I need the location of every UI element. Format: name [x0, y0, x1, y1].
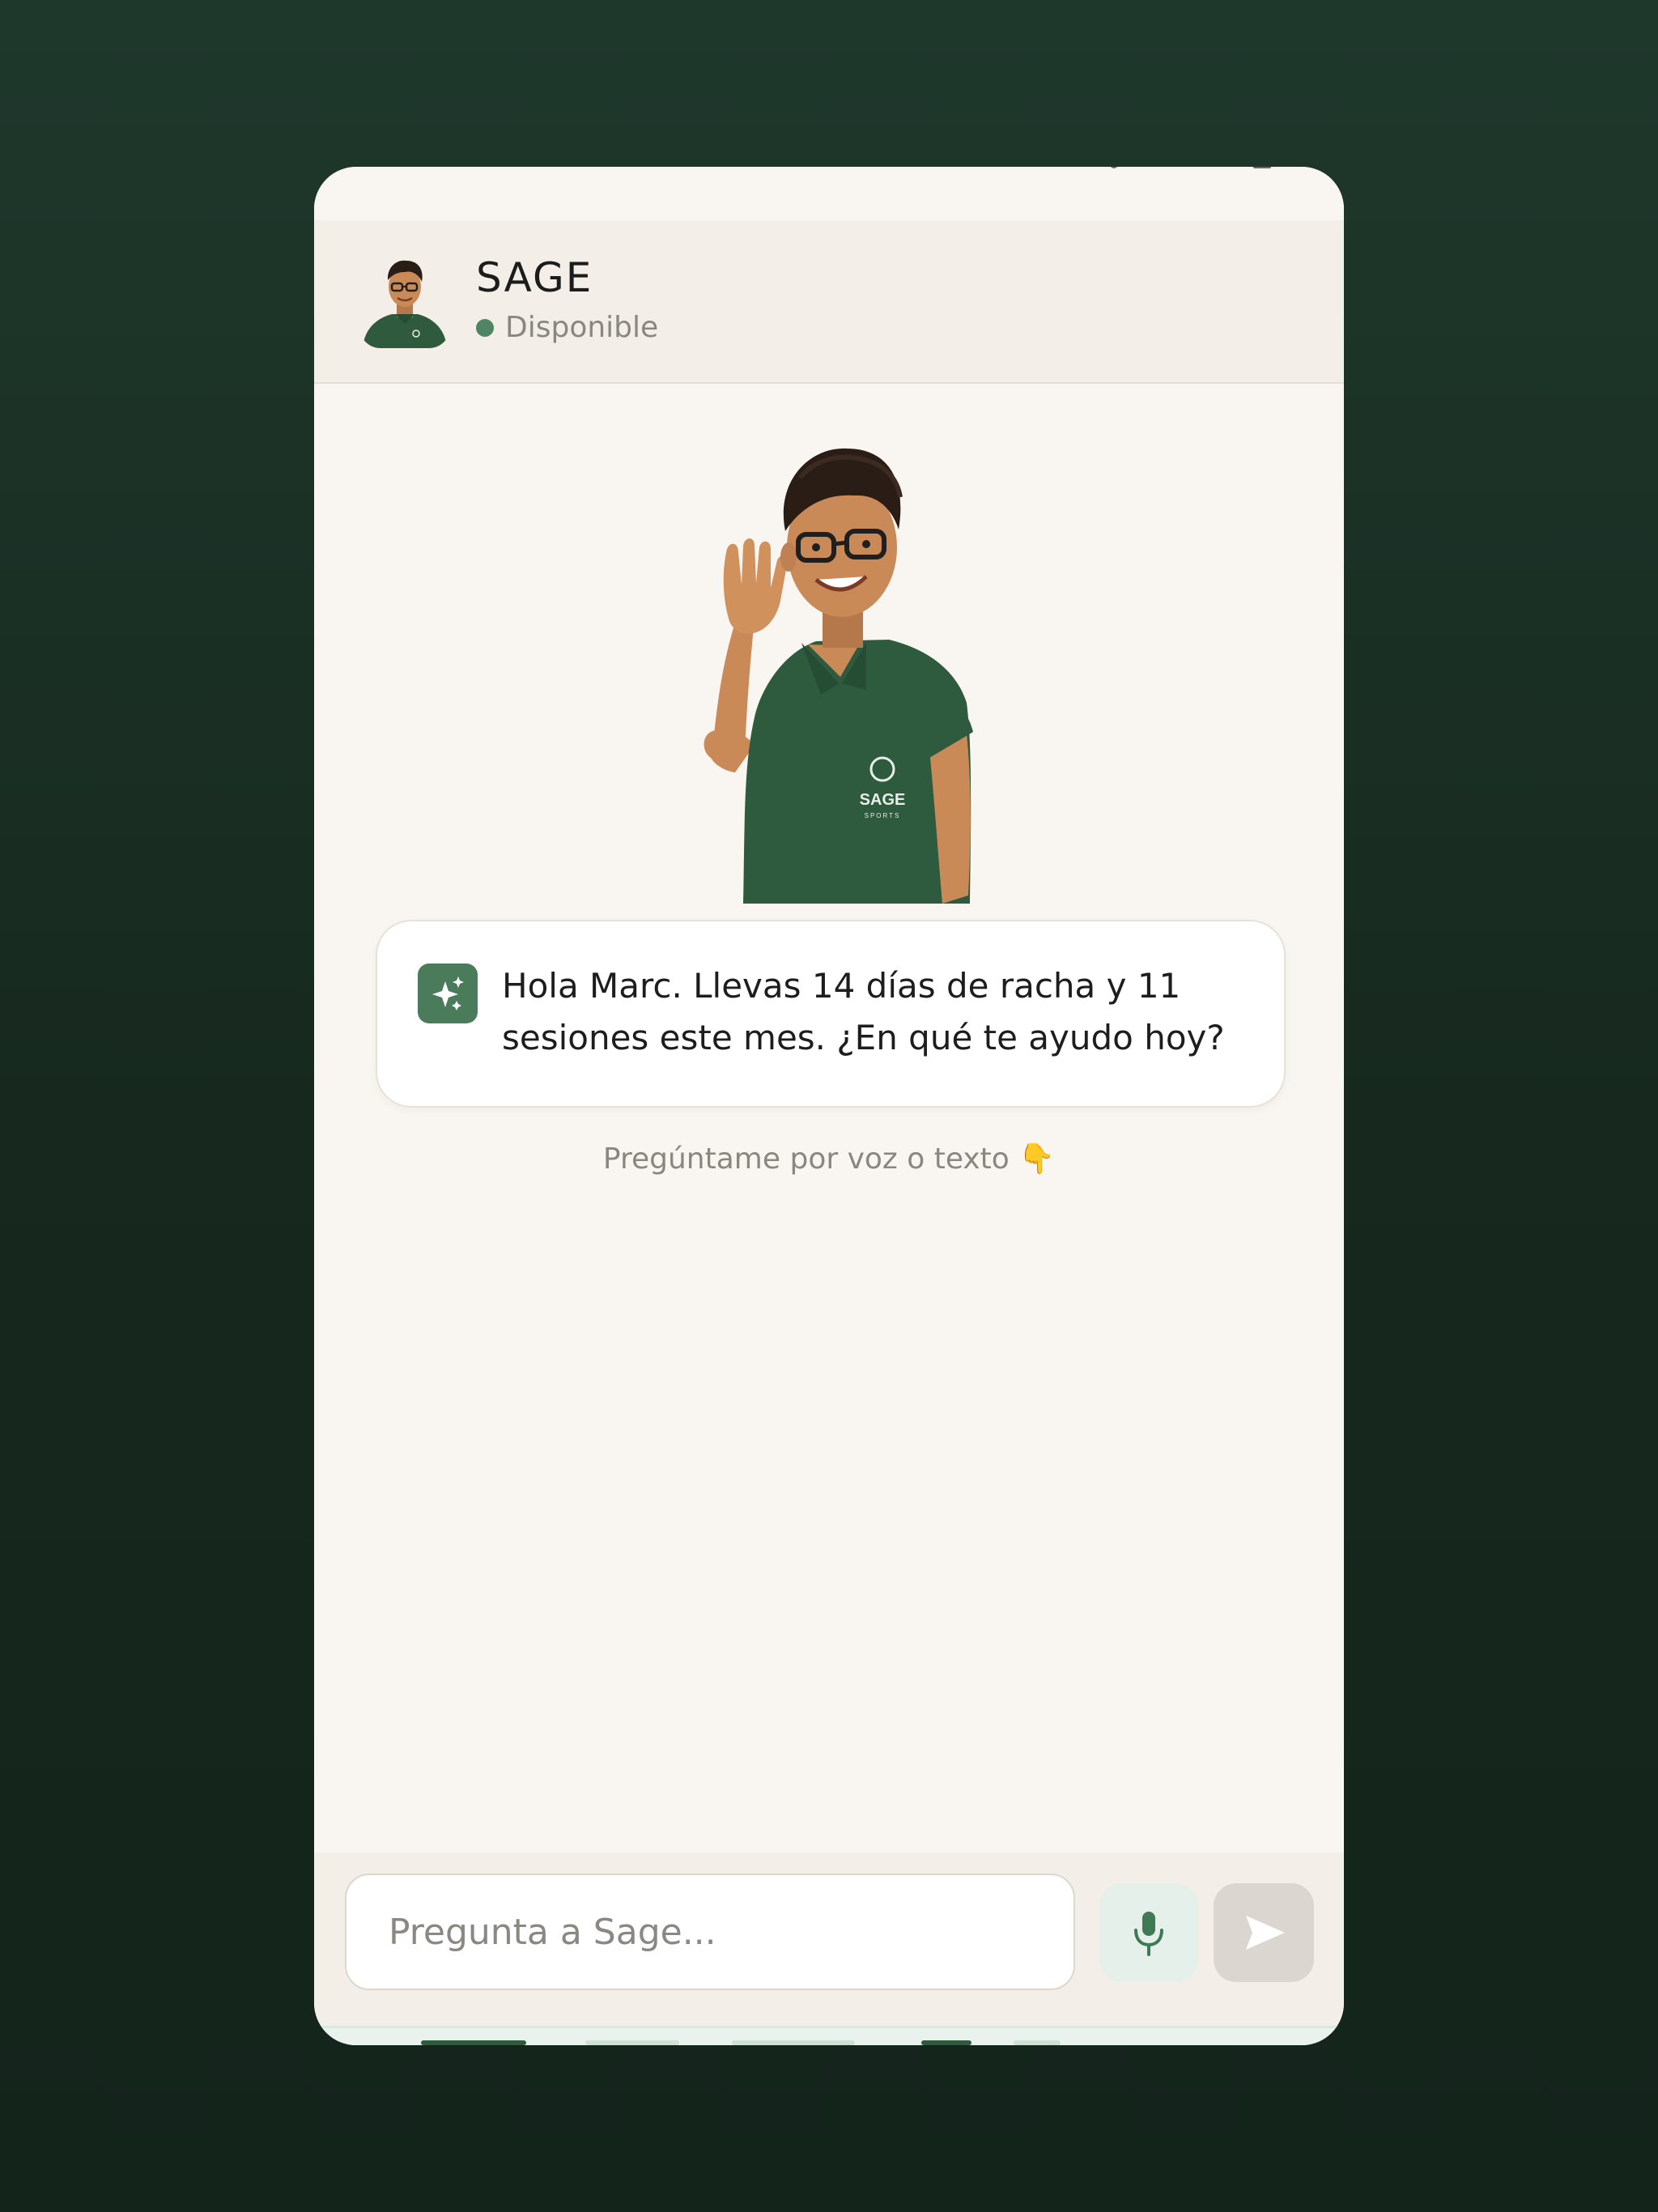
mic-button[interactable] [1099, 1883, 1198, 1982]
nav-tab-peek [732, 2040, 855, 2045]
online-status-dot [476, 318, 494, 337]
nav-tab-peek [921, 2040, 971, 2045]
assistant-message-text: Hola Marc. Llevas 14 días de racha y 11 … [502, 966, 1225, 1057]
nav-tab-peek [585, 2040, 679, 2045]
send-button[interactable] [1214, 1883, 1314, 1982]
composer-bar [314, 1853, 1344, 2045]
phone-frame: SAGE Disponible SAGE SPORTS Hola Marc. L… [314, 167, 1344, 2045]
shirt-logo-subtext: SPORTS [865, 812, 901, 819]
mascot-illustration: SAGE SPORTS [654, 410, 1010, 904]
shirt-logo-text: SAGE [860, 791, 906, 809]
nav-tab-peek [1014, 2040, 1061, 2045]
nav-tab-peek [421, 2040, 526, 2045]
send-icon [1246, 1916, 1285, 1950]
input-hint: Pregúntame por voz o texto 👇 [602, 1142, 1056, 1176]
page-title: SAGE [476, 254, 593, 301]
microphone-icon [1134, 1912, 1163, 1956]
assistant-message-bubble: Hola Marc. Llevas 14 días de racha y 11 … [376, 920, 1286, 1108]
status-bar [314, 167, 1344, 220]
wifi-icon [1110, 167, 1118, 168]
chat-header: SAGE Disponible [314, 220, 1344, 384]
sparkles-icon [418, 963, 478, 1023]
status-label: Disponible [505, 311, 659, 344]
chat-input[interactable] [345, 1874, 1075, 1990]
avatar[interactable] [359, 253, 450, 348]
status-row: Disponible [476, 311, 658, 344]
battery-icon [1253, 167, 1271, 168]
